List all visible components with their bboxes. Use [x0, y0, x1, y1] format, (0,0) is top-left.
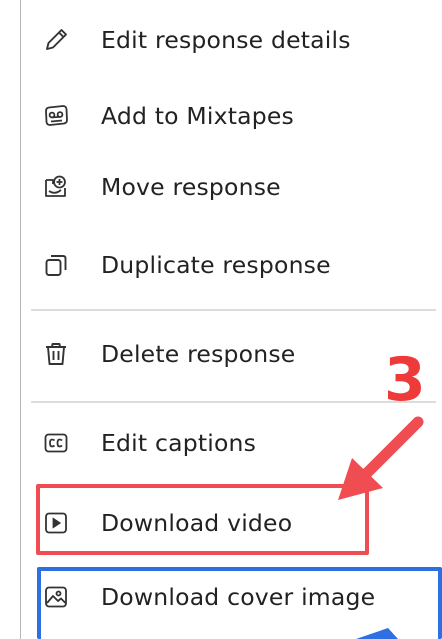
blue-arrow-tip-icon — [356, 628, 398, 639]
arrow-icon — [338, 416, 424, 639]
